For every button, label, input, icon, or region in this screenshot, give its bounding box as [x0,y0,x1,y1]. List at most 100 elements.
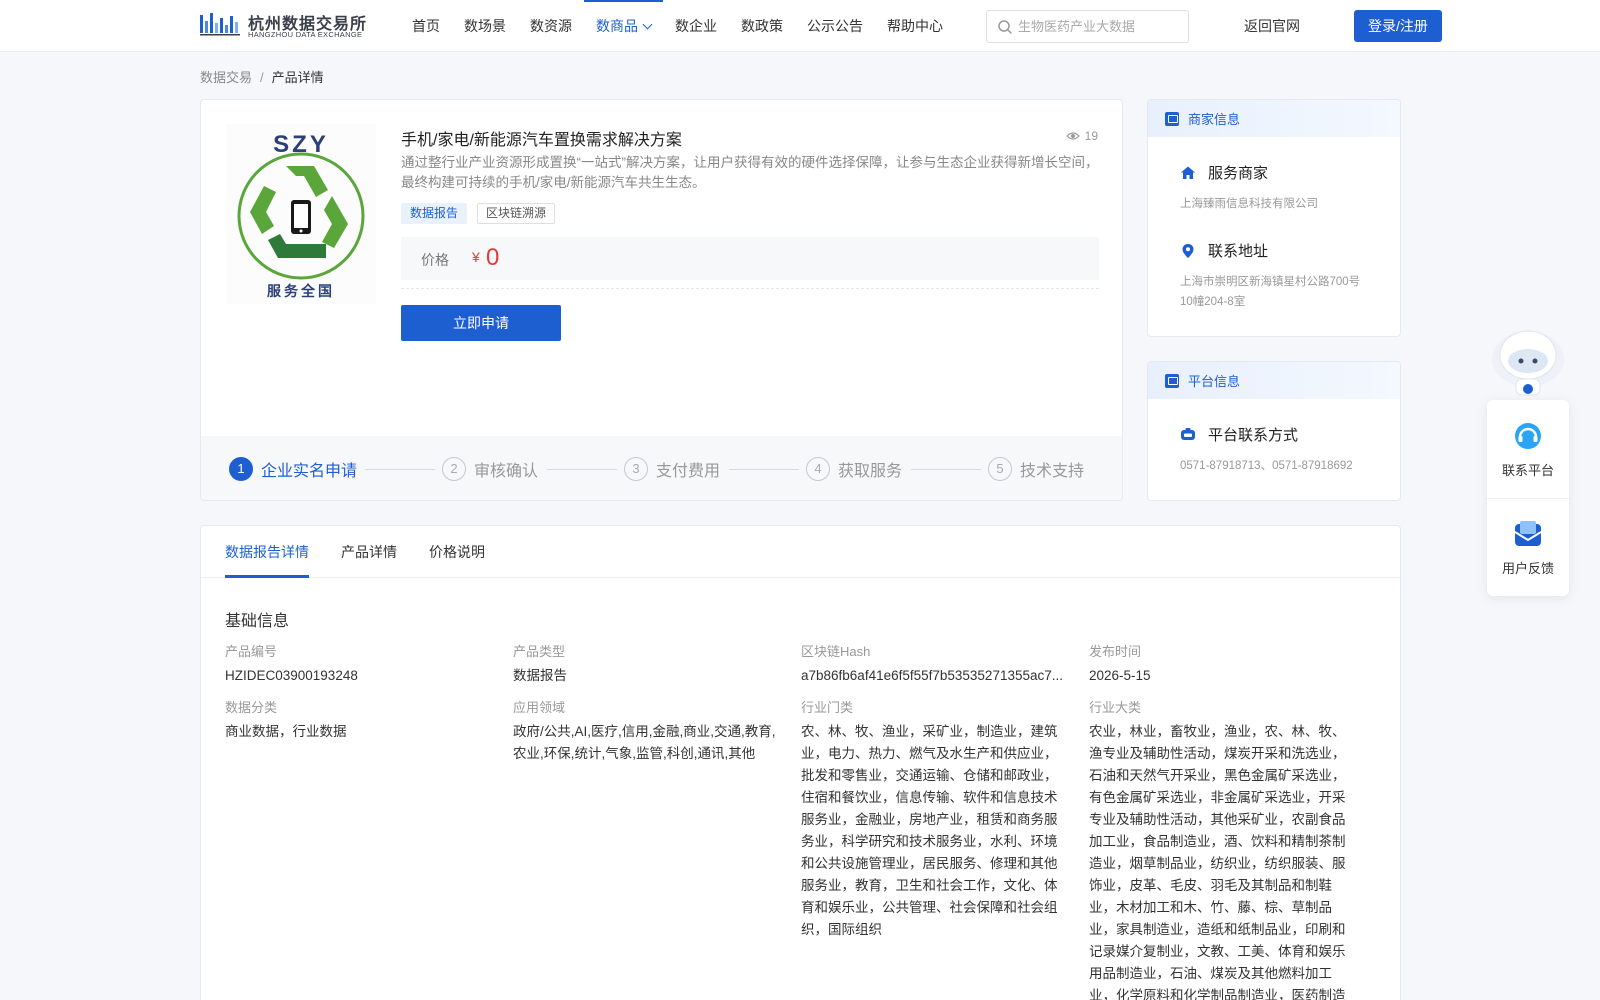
back-to-official-link[interactable]: 返回官网 [1244,0,1300,52]
breadcrumb-root[interactable]: 数据交易 [200,70,252,85]
nav-scenarios[interactable]: 数场景 [452,0,518,52]
robot-assistant-icon[interactable] [1488,323,1568,403]
field-industry-major: 行业大类 农业，林业，畜牧业，渔业，农、林、牧、渔专业及辅助性活动，煤炭开采和洗… [1089,699,1357,1000]
step-connector [365,469,435,470]
search-box [986,10,1189,43]
product-tags: 数据报告 区块链溯源 [401,203,556,224]
platform-contact-title: 平台联系方式 [1180,424,1298,445]
field-value: 商业数据，行业数据 [225,724,347,739]
step-4: 4 获取服务 [806,456,902,482]
product-title: 手机/家电/新能源汽车置换需求解决方案 [401,132,682,149]
nav-enterprises[interactable]: 数企业 [663,0,729,52]
step-connector [729,469,799,470]
detail-tabs: 数据报告详情 产品详情 价格说明 [201,526,1400,578]
step-number: 1 [229,457,253,481]
product-detail-card: 数据报告详情 产品详情 价格说明 基础信息 产品编号 HZIDEC0390019… [200,525,1401,1000]
headset-icon [1515,423,1541,449]
logo-mark-icon [200,13,240,36]
nav-announcements[interactable]: 公示公告 [795,0,875,52]
step-label: 技术支持 [1020,463,1085,480]
field-label: 区块链Hash [801,644,871,659]
product-image: SZY 服务全国 [226,124,376,304]
breadcrumb-separator: / [260,70,264,85]
user-feedback-button[interactable]: 用户反馈 [1487,498,1569,596]
product-summary-card: SZY 服务全国 手机/家电/新能源汽车置换需求解决方案 19 通过整行业产业资… [200,99,1123,501]
tab-product-details[interactable]: 产品详情 [341,526,397,578]
field-value: 农、林、牧、渔业，采矿业，制造业，建筑业，电力、热力、燃气及水生产和供应业，批发… [801,724,1058,937]
field-label: 应用领域 [513,700,566,715]
chevron-down-icon [642,19,653,30]
divider [401,288,1099,289]
tag-data-report: 数据报告 [401,203,468,224]
contact-address-title: 联系地址 [1180,240,1268,261]
nav-products-label: 数商品 [596,18,638,34]
field-product-type: 产品类型 数据报告 [513,643,781,687]
location-pin-icon [1182,243,1194,258]
field-industry-door: 行业门类 农、林、牧、渔业，采矿业，制造业，建筑业，电力、热力、燃气及水生产和供… [801,699,1069,941]
platform-contact-label: 平台联系方式 [1208,427,1299,444]
step-3: 3 支付费用 [624,456,720,482]
main-nav: 首页 数场景 数资源 数商品 数企业 数政策 公示公告 帮助中心 [400,0,955,52]
nav-products[interactable]: 数商品 [584,0,663,52]
tab-data-report-details[interactable]: 数据报告详情 [225,526,309,578]
field-blockchain-hash: 区块链Hash a7b86fb6af41e6f5f55f7b5353527135… [801,643,1069,687]
platform-info-card: 平台信息 平台联系方式 0571-87918713、0571-87918692 [1147,361,1401,501]
search-input[interactable] [1018,11,1183,42]
field-product-no: 产品编号 HZIDEC03900193248 [225,643,493,687]
user-feedback-label: 用户反馈 [1501,561,1554,576]
field-publish-time: 发布时间 2026-5-15 [1089,643,1357,687]
apply-now-button[interactable]: 立即申请 [401,305,561,341]
field-data-category: 数据分类 商业数据，行业数据 [225,699,493,743]
field-value: a7b86fb6af41e6f5f55f7b53535271355ac7... [801,668,1063,683]
field-label: 数据分类 [225,700,278,715]
platform-icon [1165,373,1179,388]
field-label: 行业门类 [801,700,854,715]
contact-platform-button[interactable]: 联系平台 [1487,400,1569,498]
step-number: 4 [806,457,830,481]
service-merchant-label: 服务商家 [1208,165,1269,182]
field-application-domain: 应用领域 政府/公共,AI,医疗,信用,金融,商业,交通,教育,农业,环保,统计… [513,699,781,765]
view-count: 19 [1065,129,1098,143]
nav-policies[interactable]: 数政策 [729,0,795,52]
field-value: 2026-5-15 [1089,668,1151,683]
platform-info-title: 平台信息 [1188,374,1241,389]
merchant-info-header: 商家信息 [1148,100,1400,137]
step-5: 5 技术支持 [988,456,1084,482]
field-value: 数据报告 [513,668,567,683]
nav-resources[interactable]: 数资源 [518,0,584,52]
nav-home[interactable]: 首页 [400,0,452,52]
price-box: 价格 ¥ 0 [401,237,1099,280]
step-2: 2 审核确认 [442,456,538,482]
step-number: 5 [988,457,1012,481]
view-count-value: 19 [1084,129,1098,143]
step-label: 企业实名申请 [261,463,358,480]
tab-price-notes[interactable]: 价格说明 [429,526,485,578]
step-label: 获取服务 [838,463,903,480]
shop-icon [1165,111,1179,126]
basic-info-title: 基础信息 [225,613,290,630]
product-description: 通过整行业产业资源形成置换“一站式”解决方案，让用户获得有效的硬件选择保障，让参… [401,155,1099,190]
field-label: 行业大类 [1089,700,1142,715]
field-label: 产品类型 [513,644,566,659]
service-merchant-title: 服务商家 [1180,162,1268,183]
tag-blockchain-trace: 区块链溯源 [477,203,556,224]
step-number: 3 [624,457,648,481]
top-header: 杭州数据交易所 HANGZHOU DATA EXCHANGE 首页 数场景 数资… [0,0,1600,52]
nav-help-center[interactable]: 帮助中心 [875,0,955,52]
login-register-button[interactable]: 登录/注册 [1354,10,1442,42]
step-label: 审核确认 [474,463,539,480]
site-logo[interactable]: 杭州数据交易所 HANGZHOU DATA EXCHANGE [200,9,366,41]
price-value: 0 [486,244,500,271]
field-value: 农业，林业，畜牧业，渔业，农、林、牧、渔专业及辅助性活动，煤炭开采和洗选业，石油… [1089,724,1346,1000]
breadcrumb-current: 产品详情 [271,70,324,85]
contact-platform-label: 联系平台 [1501,463,1554,478]
eye-icon [1065,132,1080,140]
feedback-mail-icon [1514,521,1542,546]
search-icon[interactable] [997,19,1013,35]
contact-address-label: 联系地址 [1208,243,1269,260]
platform-contact-phones: 0571-87918713、0571-87918692 [1180,460,1353,472]
service-merchant-name: 上海臻雨信息科技有限公司 [1180,198,1318,210]
field-value: 政府/公共,AI,医疗,信用,金融,商业,交通,教育,农业,环保,统计,气象,监… [513,724,776,761]
breadcrumb: 数据交易 / 产品详情 [200,67,324,86]
step-connector [911,469,981,470]
